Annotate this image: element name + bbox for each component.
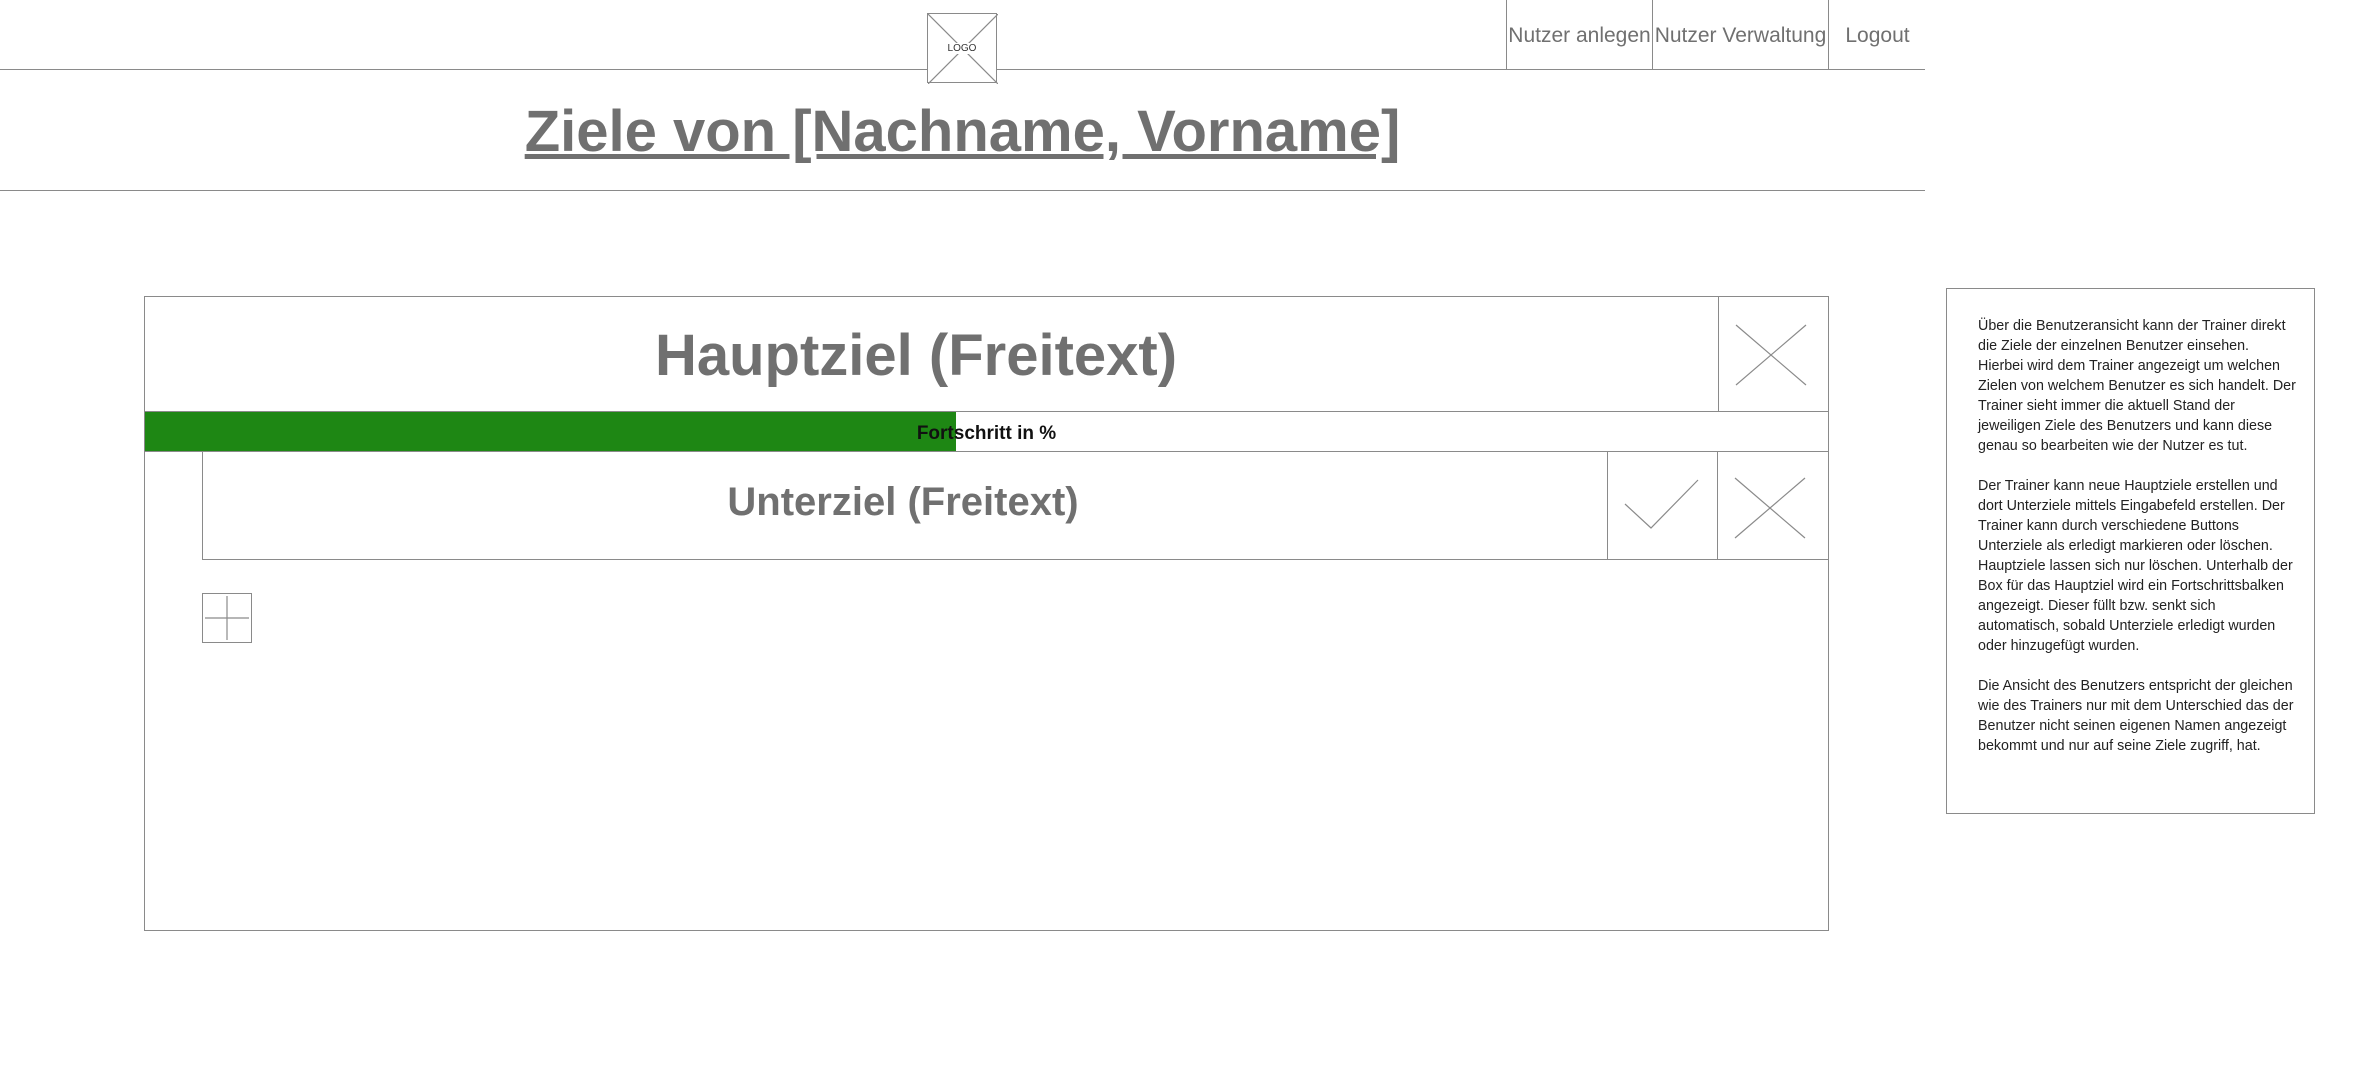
main-goal-header: Hauptziel (Freitext) [145,297,1828,412]
delete-sub-goal-button[interactable] [1717,452,1827,559]
page-title: Ziele von [Nachname, Vorname] [524,99,1401,164]
progress-label: Fortschritt in % [916,423,1057,444]
annotation-note: Über die Benutzeransicht kann der Traine… [1946,288,2315,814]
complete-sub-goal-button[interactable] [1607,452,1717,559]
title-divider [0,190,1925,191]
plus-icon [205,596,249,640]
sub-goal-title[interactable]: Unterziel (Freitext) [203,480,1603,525]
note-paragraph: Über die Benutzeransicht kann der Traine… [1978,318,2296,454]
sub-goal-row: Unterziel (Freitext) [202,452,1828,560]
top-nav: Nutzer anlegen Nutzer Verwaltung Logout [1506,0,1926,70]
nav-nutzer-verwaltung[interactable]: Nutzer Verwaltung [1652,0,1828,70]
logo-text: LOGO [946,43,978,54]
close-icon [1734,477,1806,539]
page: LOGO Nutzer anlegen Nutzer Verwaltung Lo… [0,0,2364,1080]
note-paragraph: Die Ansicht des Benutzers entspricht der… [1978,678,2294,754]
progress-bar: Fortschritt in % [145,412,1828,452]
main-goal-card: Hauptziel (Freitext) Fortschritt in % Un… [144,296,1829,931]
nav-logout[interactable]: Logout [1828,0,1926,70]
nav-nutzer-anlegen[interactable]: Nutzer anlegen [1506,0,1652,70]
delete-main-goal-button[interactable] [1718,297,1828,411]
note-paragraph: Der Trainer kann neue Hauptziele erstell… [1978,478,2293,654]
checkmark-icon [1624,479,1699,529]
logo[interactable]: LOGO [927,13,998,84]
close-icon [1735,324,1807,386]
main-goal-title[interactable]: Hauptziel (Freitext) [145,322,1687,389]
add-sub-goal-button[interactable] [202,593,252,643]
